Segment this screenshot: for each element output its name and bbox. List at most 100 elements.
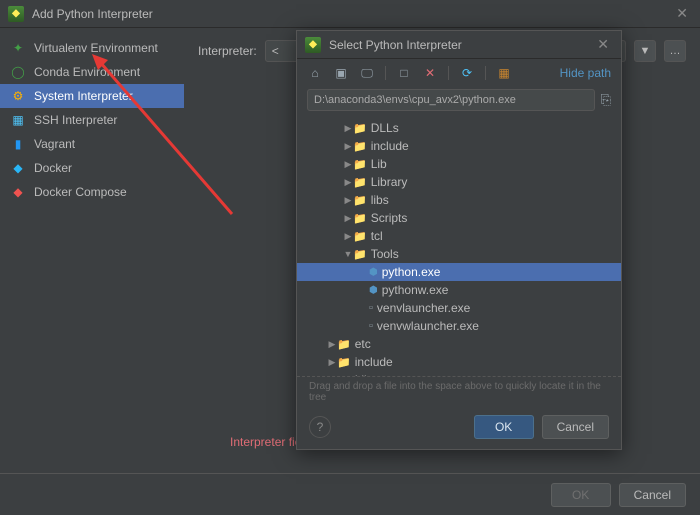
folder-icon: 📁 — [353, 248, 367, 261]
new-folder-icon[interactable]: □ — [396, 65, 412, 81]
titlebar: ◆ Add Python Interpreter ✕ — [0, 0, 700, 28]
dialog-title: Add Python Interpreter — [32, 7, 672, 21]
env-label: Conda Environment — [34, 65, 140, 79]
env-label: Vagrant — [34, 137, 75, 151]
select-interpreter-dialog: ◆ Select Python Interpreter ✕ ⌂ ▣ 🖵 □ ✕ … — [296, 30, 622, 450]
tree-label: DLLs — [371, 121, 399, 135]
env-type-docker[interactable]: ◆Docker — [0, 156, 184, 180]
tree-label: python.exe — [382, 265, 441, 279]
close-icon[interactable]: ✕ — [672, 5, 692, 22]
tree-label: include — [355, 355, 393, 369]
environment-type-list: ✦Virtualenv Environment ◯ Conda Environmen… — [0, 28, 184, 473]
chevron-icon: ▶ — [327, 357, 337, 368]
dropdown-button[interactable]: ▼ — [634, 40, 656, 62]
refresh-icon[interactable]: ⟳ — [459, 65, 475, 81]
tree-folder[interactable]: ▶📁 include — [309, 353, 615, 371]
tree-file[interactable]: ▫ venvlauncher.exe — [309, 299, 615, 317]
tree-file[interactable]: ▫ venvwlauncher.exe — [309, 317, 615, 335]
chevron-icon: ▶ — [343, 195, 353, 206]
popup-titlebar: ◆ Select Python Interpreter ✕ — [297, 31, 621, 59]
popup-footer: ? OK Cancel — [297, 405, 621, 449]
tree-label: Tools — [371, 247, 399, 261]
vagrant-icon: ▮ — [10, 136, 26, 152]
env-label: SSH Interpreter — [34, 113, 117, 127]
env-label: System Interpreter — [34, 89, 133, 103]
project-icon[interactable]: ▣ — [333, 65, 349, 81]
path-input[interactable] — [307, 89, 595, 111]
folder-icon: 📁 — [353, 212, 367, 225]
system-icon: ⚙ — [10, 88, 26, 104]
folder-icon: 📁 — [337, 338, 351, 351]
cancel-button[interactable]: Cancel — [542, 415, 609, 439]
tree-folder[interactable]: ▶📁 Scripts — [309, 209, 615, 227]
help-icon[interactable]: ? — [309, 416, 331, 438]
env-type-vagrant[interactable]: ▮ Vagrant — [0, 132, 184, 156]
folder-icon: 📁 — [353, 140, 367, 153]
tree-label: pythonw.exe — [382, 283, 449, 297]
cancel-button[interactable]: Cancel — [619, 483, 686, 507]
folder-icon: 📁 — [337, 374, 351, 377]
tree-locate-icon[interactable]: ⎘ — [601, 92, 611, 108]
file-tree[interactable]: ▶📁DLLs▶📁include▶📁Lib▶📁Library▶📁libs▶📁Scr… — [297, 119, 621, 376]
app-icon: ◆ — [305, 37, 321, 53]
chevron-icon: ▶ — [343, 213, 353, 224]
tree-folder[interactable]: ▶📁Library — [309, 173, 615, 191]
home-icon[interactable]: ⌂ — [307, 65, 323, 81]
tree-folder[interactable]: ▶📁 Lib — [309, 371, 615, 376]
tree-folder[interactable]: ▼📁 Tools — [309, 245, 615, 263]
tree-folder[interactable]: ▶📁Lib — [309, 155, 615, 173]
tree-folder[interactable]: ▶📁tcl — [309, 227, 615, 245]
tree-folder[interactable]: ▶📁 libs — [309, 191, 615, 209]
chevron-icon: ▼ — [343, 249, 353, 259]
chevron-icon: ▶ — [343, 141, 353, 152]
tree-label: include — [371, 139, 409, 153]
tree-label: venvwlauncher.exe — [377, 319, 479, 333]
tree-label: etc — [355, 337, 371, 351]
file-icon: ▫ — [369, 320, 373, 332]
tree-folder[interactable]: ▶📁 etc — [309, 335, 615, 353]
env-type-ssh[interactable]: ▦SSH Interpreter — [0, 108, 184, 132]
dialog-footer: OK Cancel — [0, 473, 700, 515]
tree-file[interactable]: ⬢python.exe — [297, 263, 621, 281]
conda-icon: ◯ — [10, 64, 26, 80]
desktop-icon[interactable]: 🖵 — [359, 65, 375, 81]
popup-title: Select Python Interpreter — [329, 38, 593, 52]
app-icon: ◆ — [8, 6, 24, 22]
compose-icon: ◆ — [10, 184, 26, 200]
python-file-icon: ⬢ — [369, 285, 378, 296]
file-chooser-toolbar: ⌂ ▣ 🖵 □ ✕ ⟳ ▦ Hide path — [297, 59, 621, 87]
chevron-icon: ▶ — [343, 123, 353, 134]
browse-button[interactable]: … — [664, 40, 686, 62]
env-label: Docker Compose — [34, 185, 127, 199]
ok-button[interactable]: OK — [474, 415, 534, 439]
tree-folder[interactable]: ▶📁 DLLs — [309, 119, 615, 137]
chevron-icon: ▶ — [327, 375, 337, 377]
close-icon[interactable]: ✕ — [593, 36, 613, 53]
separator — [448, 66, 449, 80]
chevron-icon: ▶ — [343, 231, 353, 242]
folder-icon: 📁 — [353, 194, 367, 207]
tree-label: venvlauncher.exe — [377, 301, 470, 315]
tree-label: libs — [371, 193, 389, 207]
delete-icon[interactable]: ✕ — [422, 65, 438, 81]
env-type-conda[interactable]: ◯ Conda Environment — [0, 60, 184, 84]
env-type-compose[interactable]: ◆ Docker Compose — [0, 180, 184, 204]
folder-icon: 📁 — [337, 356, 351, 369]
chevron-icon: ▶ — [343, 177, 353, 188]
tree-file[interactable]: ⬢ pythonw.exe — [309, 281, 615, 299]
drop-hint: Drag and drop a file into the space abov… — [297, 376, 621, 405]
separator — [485, 66, 486, 80]
separator — [385, 66, 386, 80]
chevron-icon: ▶ — [327, 339, 337, 350]
env-type-virtualenv[interactable]: ✦Virtualenv Environment — [0, 36, 184, 60]
show-hidden-icon[interactable]: ▦ — [496, 65, 512, 81]
tree-label: Lib — [355, 373, 371, 376]
folder-icon: 📁 — [353, 122, 367, 135]
ok-button[interactable]: OK — [551, 483, 611, 507]
tree-folder[interactable]: ▶📁 include — [309, 137, 615, 155]
file-icon: ▫ — [369, 302, 373, 314]
tree-label: Scripts — [371, 211, 408, 225]
hide-path-link[interactable]: Hide path — [560, 66, 611, 80]
env-type-system[interactable]: ⚙ System Interpreter — [0, 84, 184, 108]
env-label: Virtualenv Environment — [34, 41, 158, 55]
